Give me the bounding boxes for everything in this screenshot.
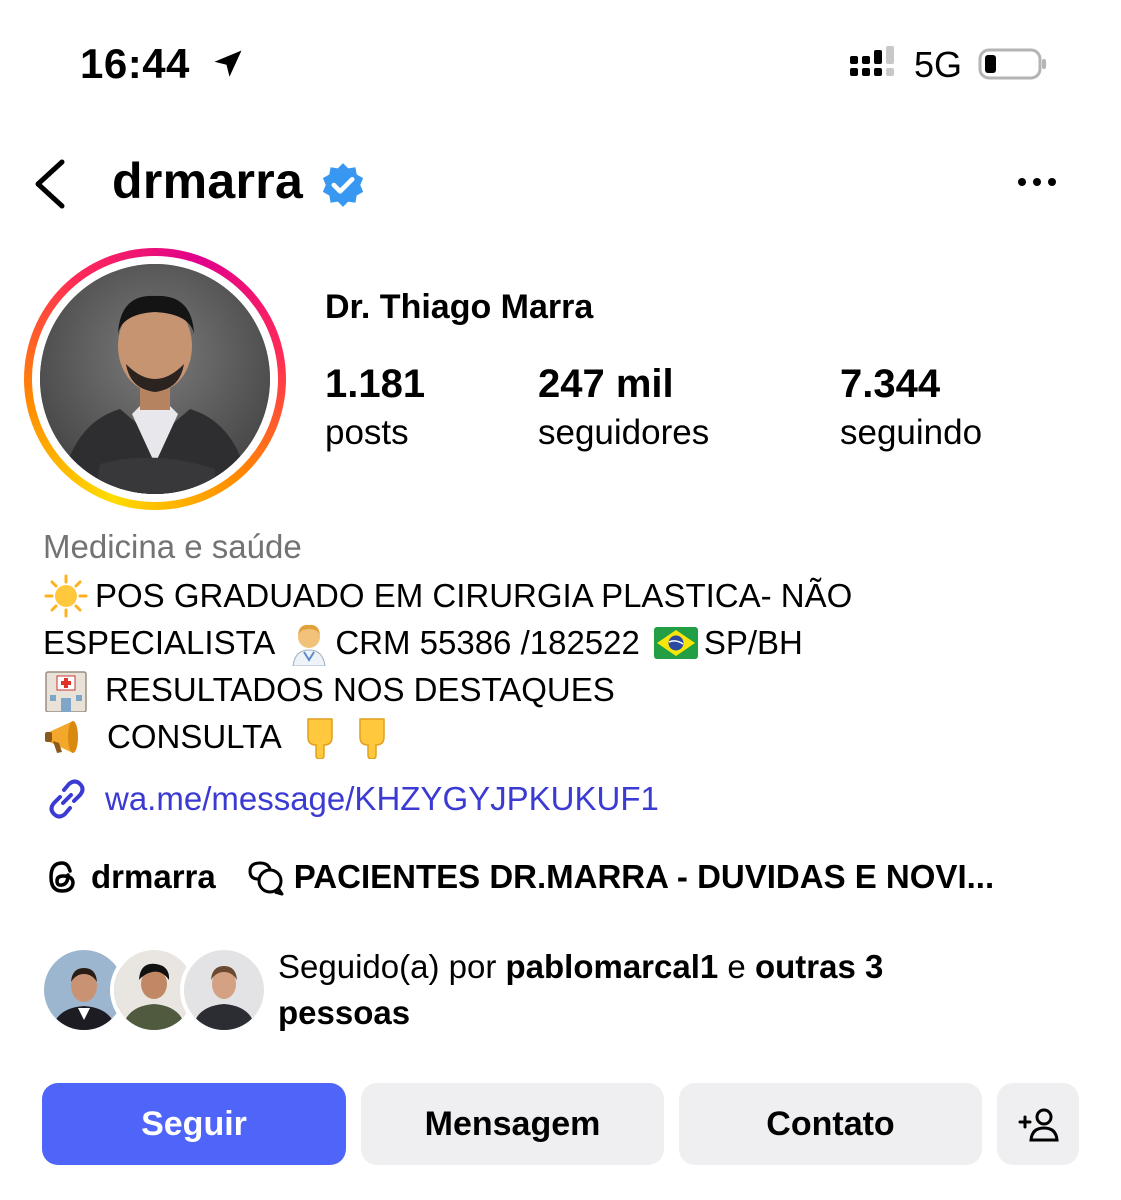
add-person-icon [1018,1108,1059,1142]
channel-name[interactable]: PACIENTES DR.MARRA - DUVIDAS E NOVI... [294,858,994,896]
back-chevron-icon[interactable] [30,156,70,212]
suggest-people-button[interactable] [997,1083,1079,1165]
doctor-emoji-icon [292,624,326,666]
profile-header: drmarra [0,140,1121,230]
broadcast-channel-icon [248,861,284,896]
location-arrow-icon [214,50,242,77]
status-time: 16:44 [80,40,190,87]
threads-handle[interactable]: drmarra [91,858,216,896]
verified-badge-icon [322,163,364,207]
bio-text: CONSULTA [107,718,282,755]
bio-text: RESULTADOS NOS DESTAQUES [105,671,615,708]
followed-prefix: Seguido(a) por [278,948,506,985]
follow-button[interactable]: Seguir [42,1083,346,1165]
profile-category: Medicina e saúde [43,528,302,565]
bio-line: POS GRADUADO EM CIRURGIA PLASTICA- NÃO [43,572,1093,619]
link-icon [49,779,85,819]
bio-text: CRM 55386 /182522 [335,624,640,661]
stat-followers[interactable]: 247 mil seguidores [538,362,709,453]
followed-others: outras 3 [754,948,884,985]
followed-user: pablomarcal1 [505,948,719,985]
threads-icon[interactable] [43,857,81,897]
followed-middle: e [718,948,755,985]
followed-by-text: Seguido(a) por pablomarcal1 e outras 3 pe… [278,944,1038,1036]
brazil-flag-icon [653,626,698,659]
social-row: drmarra PACIENTES DR.MARRA - DUVIDAS E N… [43,852,994,902]
bio-line: CONSULTA [43,713,1093,760]
bio-line: ESPECIALISTA CRM 55386 /182522 SP/BH [43,619,1093,666]
contact-button[interactable]: Contato [679,1083,982,1165]
story-ring[interactable] [24,248,286,510]
status-bar: 16:44 5G [0,0,1121,130]
network-type: 5G [914,44,963,85]
message-button[interactable]: Mensagem [361,1083,664,1165]
stat-posts-count: 1.181 [325,362,426,406]
pointing-down-emoji-icon [359,717,385,759]
followed-by[interactable]: Seguido(a) por pablomarcal1 e outras 3 pe… [40,940,1100,1040]
bio-text: POS GRADUADO EM CIRURGIA PLASTICA- NÃO [95,577,853,614]
bio-text: SP/BH [703,624,803,661]
megaphone-emoji-icon [45,720,78,753]
full-name: Dr. Thiago Marra [325,288,594,326]
sun-emoji-icon [44,574,88,617]
stat-following-count: 7.344 [840,362,941,406]
battery-icon [978,48,1046,80]
stat-followers-count: 247 mil [538,362,674,406]
stat-following-label: seguindo [840,413,983,452]
followed-suffix: pessoas [278,994,411,1031]
header-username: drmarra [112,153,304,209]
stat-posts[interactable]: 1.181 posts [325,362,425,453]
bio-text: ESPECIALISTA [43,624,276,661]
profile-bio: POS GRADUADO EM CIRURGIA PLASTICA- NÃO E… [43,572,1093,760]
follower-avatar [180,946,268,1034]
stat-followers-label: seguidores [538,413,710,452]
profile-link[interactable]: wa.me/message/KHZYGYJPKUKUF1 [43,774,659,824]
more-options-icon[interactable] [1010,162,1064,202]
profile-link-text[interactable]: wa.me/message/KHZYGYJPKUKUF1 [105,780,659,818]
stat-posts-label: posts [325,413,409,452]
cellular-signal-icon [850,46,894,76]
profile-avatar [40,264,270,494]
pointing-down-emoji-icon [307,717,333,759]
hospital-emoji-icon [45,670,87,712]
bio-line: RESULTADOS NOS DESTAQUES [43,666,1093,713]
stat-following[interactable]: 7.344 seguindo [840,362,982,453]
